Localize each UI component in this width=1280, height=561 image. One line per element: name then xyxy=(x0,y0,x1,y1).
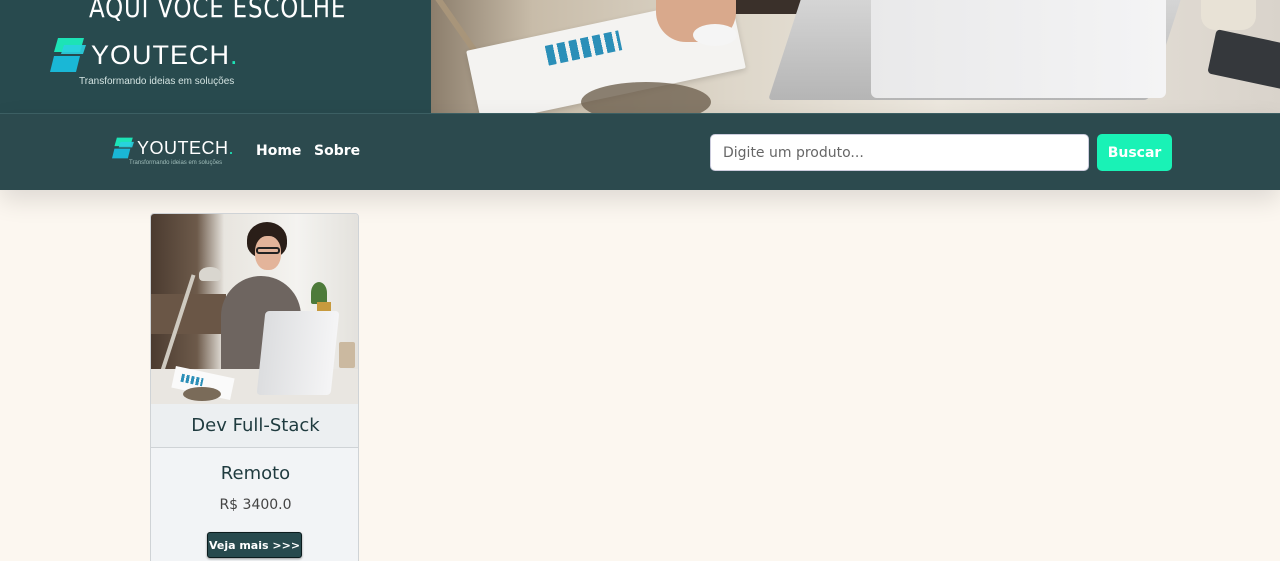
navbar-logo[interactable]: YOUTECH. xyxy=(112,136,234,160)
search-button[interactable]: Buscar xyxy=(1097,134,1172,171)
nav-link-sobre[interactable]: Sobre xyxy=(314,143,360,159)
banner-slogan: AQUI VOCÊ ESCOLHE xyxy=(89,0,347,24)
see-more-button[interactable]: Veja mais >>> xyxy=(207,532,302,558)
product-image xyxy=(151,214,358,404)
banner-logo: YOUTECH. xyxy=(50,36,239,74)
nav-link-home[interactable]: Home xyxy=(256,143,301,159)
banner-tagline: Transformando ideias em soluções xyxy=(79,76,235,87)
product-price: R$ 3400.0 xyxy=(219,497,292,513)
product-mode: Remoto xyxy=(220,463,291,484)
hero-banner: AQUI VOCÊ ESCOLHE YOUTECH. Transformando… xyxy=(0,0,1280,113)
youtech-logo-icon xyxy=(112,137,134,159)
navbar-tagline: Transformando ideias em soluções xyxy=(129,160,223,166)
navbar: YOUTECH. Transformando ideias em soluçõe… xyxy=(0,113,1280,190)
product-title: Dev Full-Stack xyxy=(151,404,358,448)
search-input[interactable] xyxy=(710,134,1089,171)
banner-photo xyxy=(431,0,1280,113)
banner-brand-name: YOUTECH. xyxy=(91,39,239,70)
youtech-logo-icon xyxy=(50,38,86,72)
product-card: Dev Full-Stack Remoto R$ 3400.0 Veja mai… xyxy=(150,213,359,561)
navbar-brand-name: YOUTECH. xyxy=(137,137,235,158)
banner-brand-panel: AQUI VOCÊ ESCOLHE YOUTECH. Transformando… xyxy=(0,0,431,113)
